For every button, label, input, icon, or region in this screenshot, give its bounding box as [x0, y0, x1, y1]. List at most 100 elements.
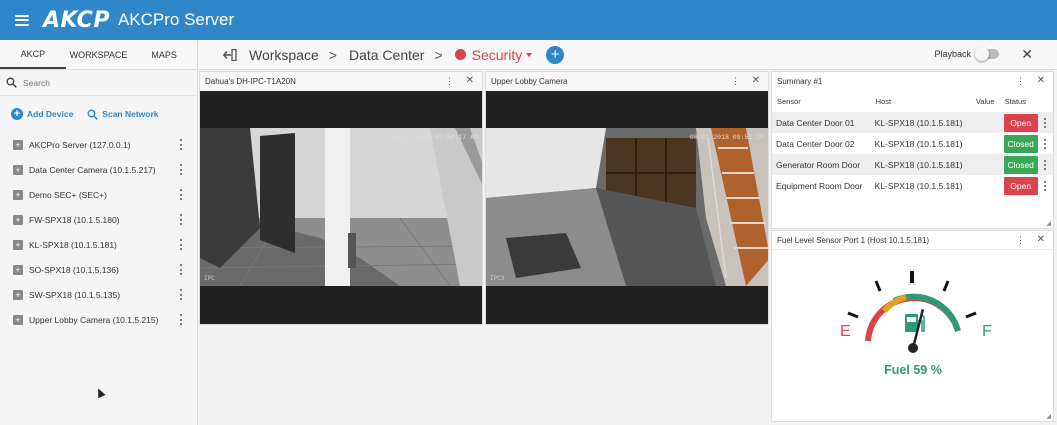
column-header: Sensor: [777, 97, 801, 106]
panel-title: Upper Lobby Camera: [491, 77, 568, 86]
summary-panel: Summary #1 ⋮ ✕ Sensor Host Value Status …: [771, 71, 1054, 229]
playback-toggle[interactable]: [975, 47, 999, 61]
device-item[interactable]: + AKCPro Server (127.0.0.1): [0, 132, 197, 157]
panel-title: Summary #1: [777, 77, 823, 86]
kebab-menu-icon[interactable]: [180, 314, 183, 325]
breadcrumb-data-center[interactable]: Data Center: [349, 47, 424, 63]
sensor-cell: Generator Room Door: [772, 154, 871, 175]
chevron-right-icon: >: [434, 46, 443, 63]
kebab-menu-icon[interactable]: [180, 289, 183, 300]
kebab-menu-icon[interactable]: [1043, 181, 1047, 192]
gauge-arc-mid: [881, 294, 907, 314]
panel-header: Summary #1 ⋮ ✕: [772, 72, 1053, 91]
camera-tag: IPC3: [490, 275, 505, 282]
kebab-menu-icon[interactable]: ⋮: [731, 76, 740, 87]
add-device-button[interactable]: + Add Device: [11, 108, 73, 120]
chevron-right-icon: >: [328, 46, 337, 63]
breadcrumb-workspace[interactable]: Workspace: [249, 47, 319, 63]
tab-workspace[interactable]: WORKSPACE: [66, 40, 132, 69]
value-cell: [970, 112, 1000, 133]
sidebar: AKCP WORKSPACE MAPS + Add Device Scan Ne…: [0, 40, 198, 425]
status-badge: Closed: [1003, 155, 1038, 174]
search-input[interactable]: [23, 77, 173, 88]
table-row[interactable]: Data Center Door 02 KL-SPX18 (10.1.5.181…: [772, 133, 1053, 154]
kebab-menu-icon[interactable]: ⋮: [1016, 76, 1025, 87]
breadcrumb-security[interactable]: Security: [472, 47, 523, 63]
gauge-tick: [847, 311, 859, 319]
kebab-menu-icon[interactable]: [180, 164, 183, 175]
expand-icon[interactable]: +: [13, 164, 23, 175]
expand-icon[interactable]: +: [13, 289, 23, 300]
device-item[interactable]: + SO-SPX18 (10.1.5.136): [0, 257, 197, 282]
close-icon[interactable]: ✕: [752, 75, 760, 86]
scan-network-button[interactable]: Scan Network: [87, 109, 159, 120]
fuel-gauge: E F Fuel 59 %: [840, 271, 992, 377]
table-row[interactable]: Data Center Door 01 KL-SPX18 (10.1.5.181…: [772, 112, 1053, 133]
caret-down-icon[interactable]: [526, 52, 533, 57]
host-cell: KL-SPX18 (10.1.5.181): [874, 138, 963, 149]
device-item[interactable]: + Data Center Camera (10.1.5.217): [0, 157, 197, 182]
host-cell: KL-SPX18 (10.1.5.181): [870, 154, 971, 175]
kebab-menu-icon[interactable]: [180, 189, 183, 200]
expand-icon[interactable]: +: [13, 214, 23, 225]
add-widget-button[interactable]: +: [546, 45, 565, 64]
kebab-menu-icon[interactable]: ⋮: [445, 76, 454, 87]
back-arrow-icon[interactable]: [223, 48, 237, 61]
device-label: FW-SPX18 (10.1.5.180): [29, 214, 120, 225]
kebab-menu-icon[interactable]: [180, 214, 183, 225]
expand-icon[interactable]: +: [13, 139, 23, 150]
device-item[interactable]: + Upper Lobby Camera (10.1.5.215): [0, 307, 197, 332]
search-bar: [0, 70, 197, 96]
gauge-tick: [965, 311, 977, 319]
close-icon[interactable]: ✕: [1021, 46, 1033, 63]
expand-icon[interactable]: +: [13, 189, 23, 200]
sensor-cell: Equipment Room Door: [776, 180, 863, 191]
camera-feed[interactable]: 08-01-2018 09:50:17 AM IPC: [200, 91, 482, 324]
kebab-menu-icon[interactable]: [1043, 139, 1047, 150]
status-badge: Closed: [1003, 134, 1038, 153]
playback-label: Playback: [934, 49, 971, 59]
app-header: AKCP AKCPro Server: [0, 0, 1057, 40]
akcp-logo: AKCP: [43, 7, 110, 33]
device-item[interactable]: + SW-SPX18 (10.1.5.135): [0, 282, 197, 307]
close-icon[interactable]: ✕: [466, 75, 474, 86]
search-icon: [87, 109, 99, 120]
hamburger-menu-icon[interactable]: [15, 14, 29, 26]
camera-timestamp: 08-01-2018 09:50:17 AM: [392, 134, 478, 141]
table-row[interactable]: Generator Room Door KL-SPX18 (10.1.5.181…: [772, 154, 1053, 175]
search-icon: [6, 77, 17, 88]
device-label: Data Center Camera (10.1.5.217): [29, 164, 156, 175]
tab-maps[interactable]: MAPS: [131, 40, 197, 69]
device-item[interactable]: + Demo SEC+ (SEC+): [0, 182, 197, 207]
resize-handle-icon[interactable]: ◢: [1046, 413, 1051, 420]
device-label: Upper Lobby Camera (10.1.5.215): [29, 314, 159, 325]
camera-timestamp: 08-01-2018 09:51:30: [689, 134, 764, 141]
camera-image: 08-01-2018 09:50:17 AM IPC: [200, 128, 482, 286]
scan-network-label: Scan Network: [102, 109, 159, 119]
kebab-menu-icon[interactable]: [1043, 118, 1047, 129]
full-label: F: [982, 323, 992, 340]
gauge-tick: [874, 280, 882, 292]
resize-handle-icon[interactable]: ◢: [1046, 220, 1051, 227]
expand-icon[interactable]: +: [13, 264, 23, 275]
device-item[interactable]: + FW-SPX18 (10.1.5.180): [0, 207, 197, 232]
column-header: Status: [1004, 97, 1026, 106]
camera-image: 08-01-2018 09:51:30 IPC3: [486, 128, 768, 286]
kebab-menu-icon[interactable]: [180, 239, 183, 250]
column-header: Value: [975, 97, 995, 106]
kebab-menu-icon[interactable]: [1043, 160, 1047, 171]
kebab-menu-icon[interactable]: ⋮: [1016, 235, 1025, 246]
close-icon[interactable]: ✕: [1037, 234, 1045, 245]
table-row[interactable]: Equipment Room Door KL-SPX18 (10.1.5.181…: [772, 175, 1053, 196]
expand-icon[interactable]: +: [13, 314, 23, 325]
value-cell: [971, 133, 1000, 154]
value-cell: [970, 154, 1000, 175]
tab-akcp[interactable]: AKCP: [0, 40, 66, 69]
expand-icon[interactable]: +: [13, 239, 23, 250]
close-icon[interactable]: ✕: [1037, 75, 1045, 86]
kebab-menu-icon[interactable]: [180, 264, 183, 275]
kebab-menu-icon[interactable]: [180, 139, 183, 150]
device-item[interactable]: + KL-SPX18 (10.1.5.181): [0, 232, 197, 257]
camera-feed[interactable]: 08-01-2018 09:51:30 IPC3: [486, 91, 768, 324]
fuel-gauge-panel: Fuel Level Sensor Port 1 (Host 10.1.5.18…: [771, 230, 1054, 422]
